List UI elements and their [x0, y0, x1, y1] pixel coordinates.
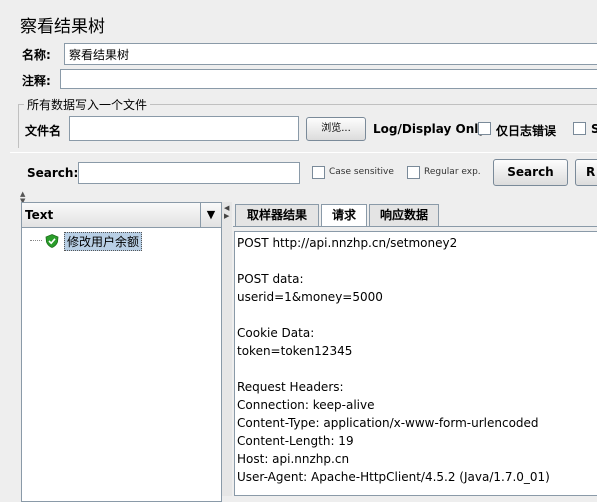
- renderer-select-value: Text: [25, 208, 54, 222]
- errors-only-label: 仅日志错误: [496, 124, 557, 138]
- tree-item-label: 修改用户余额: [67, 235, 140, 249]
- file-section-heading: 所有数据写入一个文件: [24, 96, 151, 113]
- split-arrows-icon[interactable]: ◀ ▶: [224, 204, 229, 220]
- tab-label: 请求: [331, 208, 356, 222]
- renderer-select[interactable]: Text ▼: [22, 203, 221, 228]
- tab-label: 取样器结果: [246, 208, 307, 222]
- case-sensitive-label: Case sensitive: [329, 167, 394, 177]
- tree-item[interactable]: 修改用户余额: [64, 232, 143, 251]
- search-button[interactable]: Search: [493, 159, 568, 186]
- case-sensitive-checkbox[interactable]: [312, 166, 325, 179]
- request-line: Host: api.nnzhp.cn: [237, 452, 350, 466]
- browse-button[interactable]: 浏览...: [306, 117, 366, 141]
- errors-only-checkbox[interactable]: [478, 122, 491, 135]
- request-line: Cookie Data:: [237, 326, 315, 340]
- tree-connector: [30, 240, 42, 241]
- request-line: Connection: keep-alive: [237, 398, 375, 412]
- page-title: 察看结果树: [20, 17, 105, 37]
- request-line: Content-Length: 19: [237, 434, 354, 448]
- name-field-value: 察看结果树: [69, 48, 130, 62]
- request-text-area[interactable]: POST http://api.nnzhp.cn/setmoney2 POST …: [234, 231, 597, 496]
- filename-label: 文件名: [25, 124, 62, 138]
- regex-label: Regular exp.: [424, 167, 481, 177]
- success-shield-icon: [45, 234, 59, 248]
- tab-sampler-result[interactable]: 取样器结果: [235, 204, 319, 226]
- search-input[interactable]: [78, 162, 300, 184]
- comment-label: 注释:: [22, 74, 51, 88]
- request-line: User-Agent: Apache-HttpClient/4.5.2 (Jav…: [237, 470, 550, 484]
- name-field[interactable]: 察看结果树: [64, 43, 597, 65]
- comment-field[interactable]: [60, 69, 597, 89]
- request-line: Request Headers:: [237, 380, 344, 394]
- tab-strip-line: [233, 226, 597, 227]
- request-line: POST http://api.nnzhp.cn/setmoney2: [237, 236, 458, 250]
- search-label: Search:: [27, 166, 79, 180]
- request-line: userid=1&money=5000: [237, 290, 383, 304]
- section-separator: [10, 152, 597, 153]
- next-option-label: S: [591, 122, 597, 136]
- name-label: 名称:: [22, 48, 51, 62]
- log-display-label: Log/Display Only:: [373, 122, 491, 136]
- next-option-checkbox[interactable]: [573, 122, 586, 135]
- tab-response-data[interactable]: 响应数据: [369, 204, 439, 226]
- reset-button[interactable]: R: [575, 159, 597, 186]
- request-line: Content-Type: application/x-www-form-url…: [237, 416, 539, 430]
- request-line: token=token12345: [237, 344, 353, 358]
- vertical-splitter[interactable]: ◀ ▶: [222, 202, 232, 496]
- request-line: POST data:: [237, 272, 304, 286]
- tab-label: 响应数据: [379, 208, 428, 222]
- filename-input[interactable]: [69, 116, 299, 141]
- chevron-down-icon[interactable]: ▼: [200, 203, 221, 227]
- tab-request[interactable]: 请求: [321, 204, 367, 227]
- regex-checkbox[interactable]: [407, 166, 420, 179]
